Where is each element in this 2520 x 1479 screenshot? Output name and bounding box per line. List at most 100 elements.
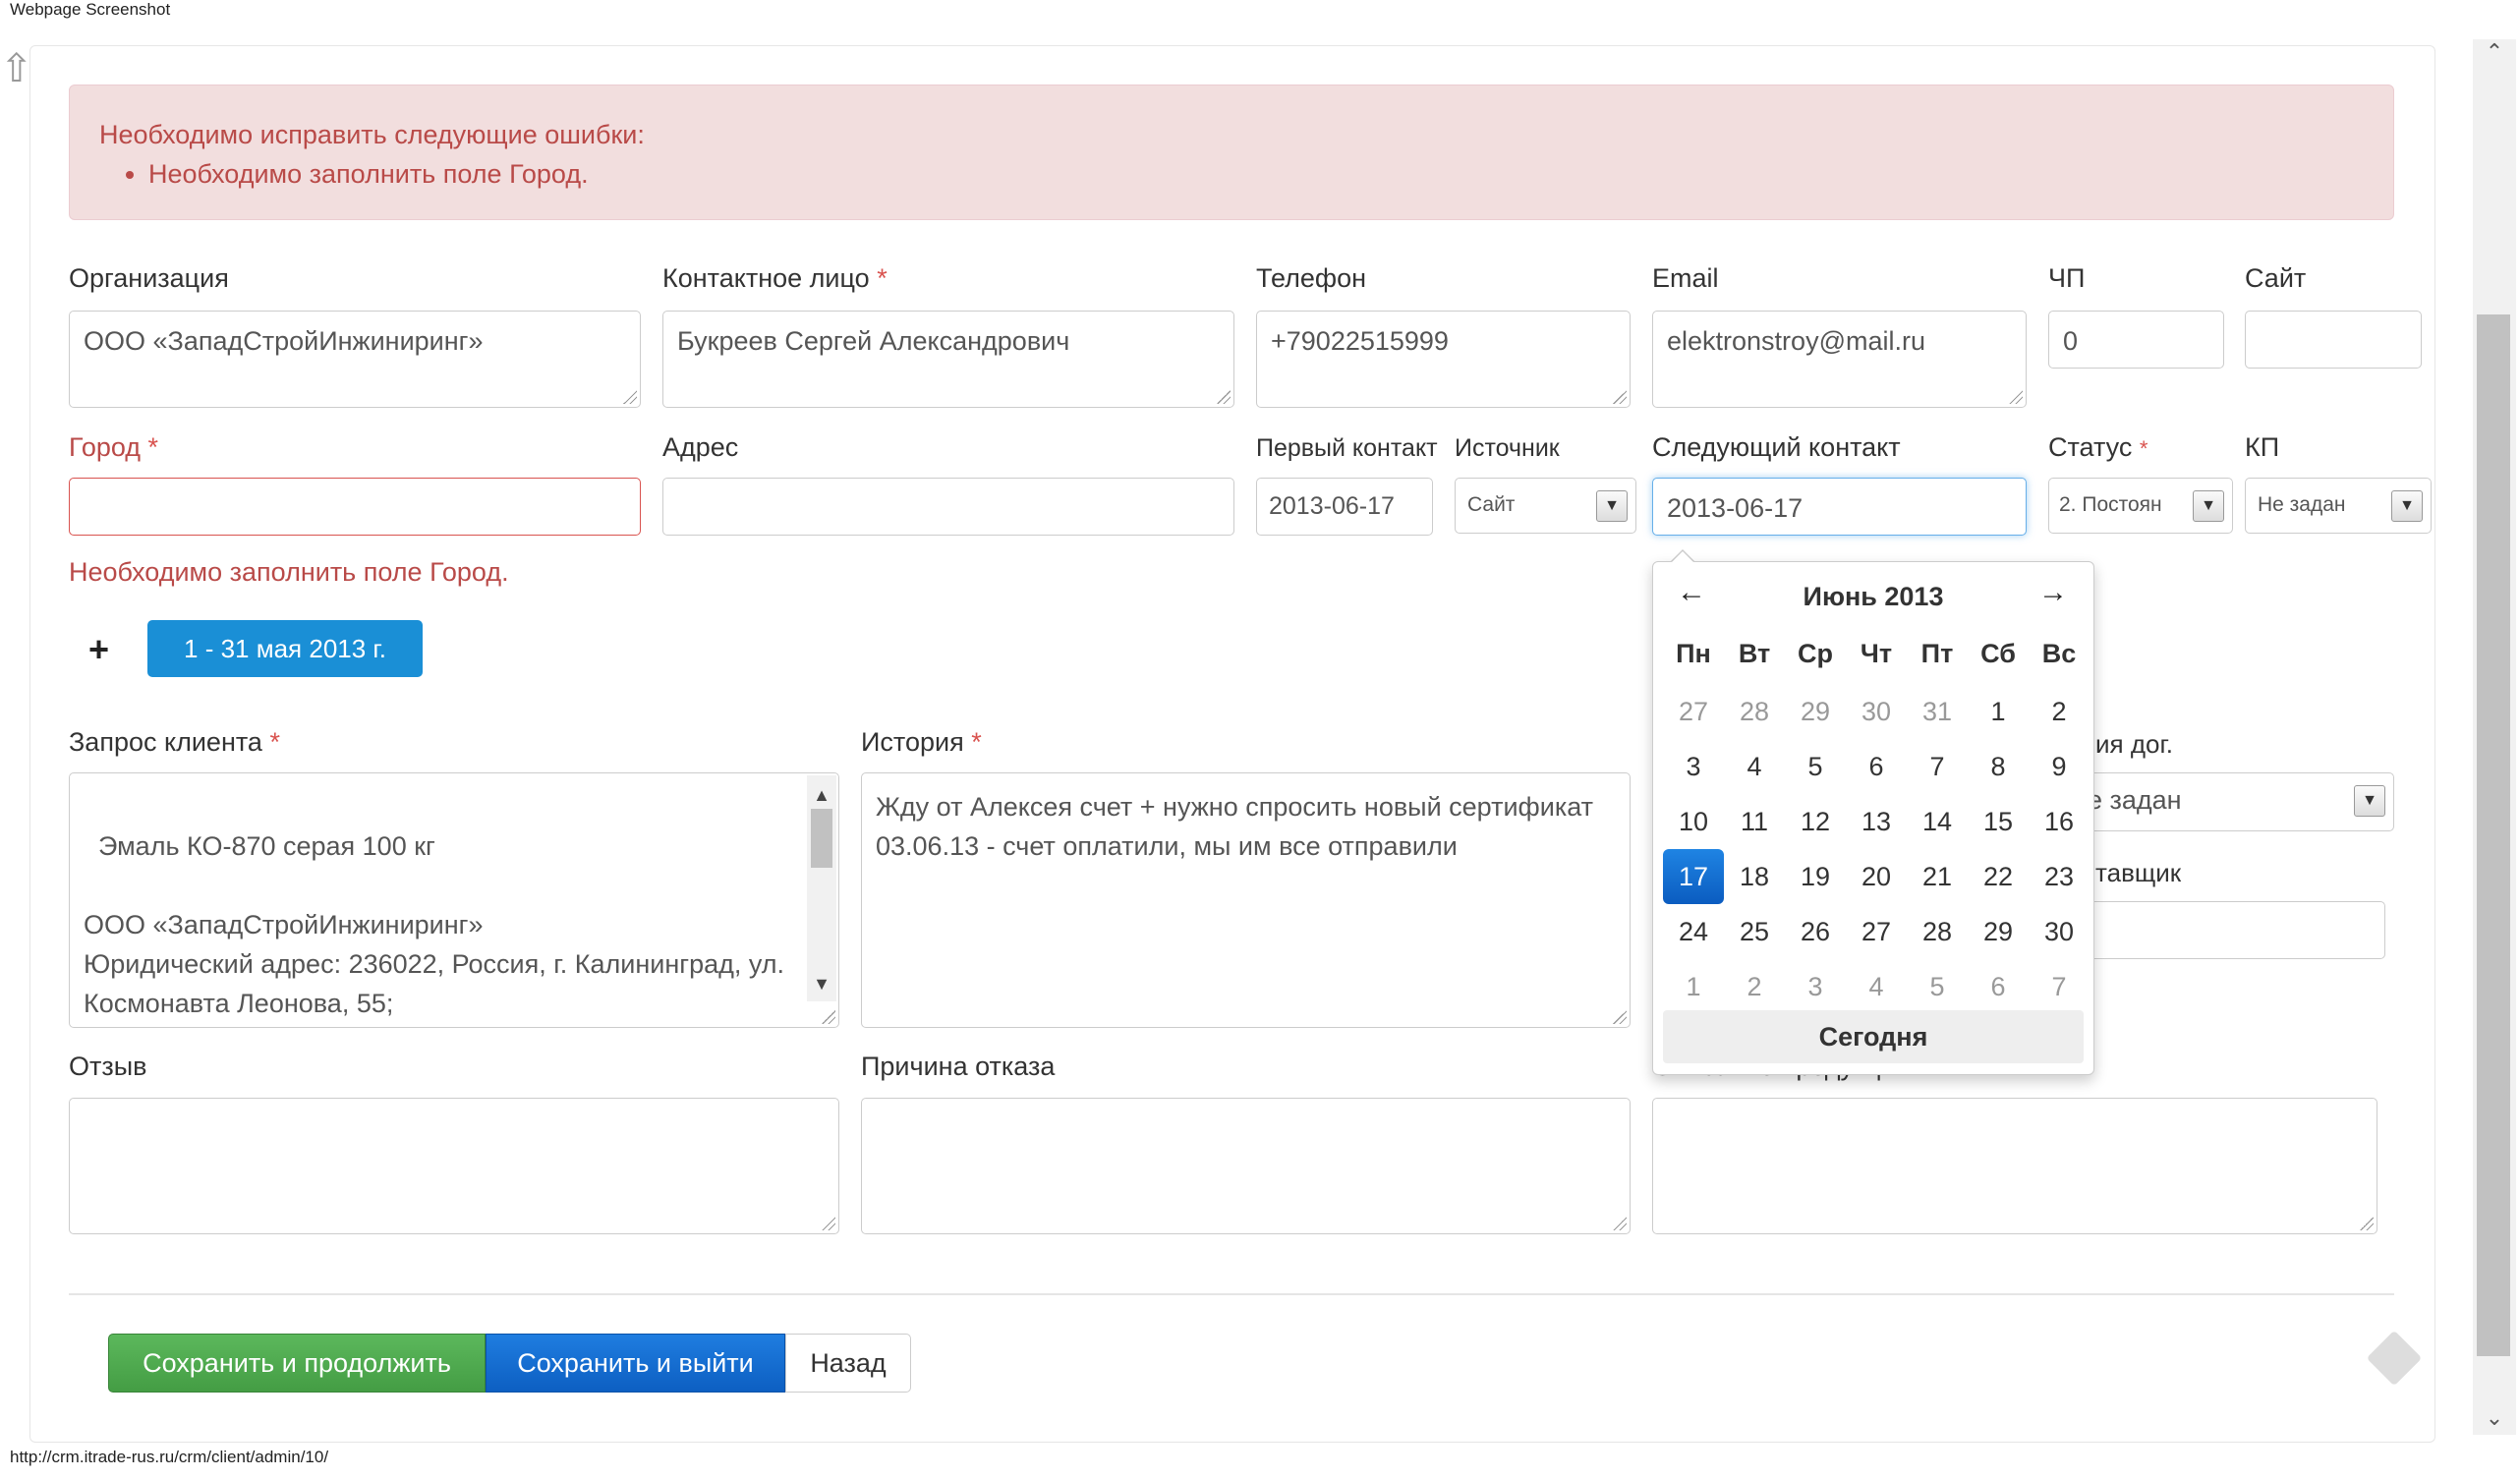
calendar-day[interactable]: 5: [1907, 959, 1968, 1014]
site-label: Сайт: [2245, 263, 2307, 293]
resize-handle[interactable]: [1613, 390, 1627, 404]
calendar-day[interactable]: 19: [1785, 849, 1846, 904]
scroll-thumb[interactable]: [811, 809, 832, 868]
scroll-down-icon[interactable]: ⌄: [2473, 1405, 2516, 1431]
calendar-day[interactable]: 22: [1968, 849, 2029, 904]
source-select[interactable]: Сайт ▼: [1455, 478, 1636, 534]
calendar-day[interactable]: 8: [1968, 739, 2029, 794]
calendar-day[interactable]: 3: [1785, 959, 1846, 1014]
selected-day[interactable]: 17: [1663, 849, 1724, 904]
client-request-label: Запрос клиента *: [69, 727, 280, 757]
error-alert: Необходимо исправить следующие ошибки: Н…: [69, 85, 2394, 220]
history-label: История *: [861, 727, 982, 757]
weekday-label: Вс: [2041, 639, 2077, 668]
contact-field[interactable]: Букреев Сергей Александрович: [662, 311, 1234, 408]
weekday-label: Чт: [1860, 639, 1893, 668]
organization-field[interactable]: ООО «ЗападСтройИнжиниринг»: [69, 311, 641, 408]
resize-handle[interactable]: [822, 1010, 835, 1024]
calendar-day[interactable]: 6: [1846, 739, 1907, 794]
address-field[interactable]: [662, 478, 1234, 536]
status-select[interactable]: 2. Постоян ▼: [2048, 478, 2233, 534]
calendar-day[interactable]: 11: [1724, 794, 1785, 849]
calendar-day[interactable]: 29: [1968, 904, 2029, 959]
period-pill[interactable]: 1 - 31 мая 2013 г.: [147, 620, 423, 677]
save-exit-button[interactable]: Сохранить и выйти: [486, 1334, 785, 1393]
chevron-down-icon: ▼: [2193, 490, 2224, 522]
page-scroll-thumb[interactable]: [2477, 314, 2510, 1356]
refusal-field[interactable]: [861, 1098, 1631, 1234]
resize-handle[interactable]: [822, 1217, 835, 1230]
calendar-day[interactable]: 26: [1785, 904, 1846, 959]
textarea-scrollbar[interactable]: ▲ ▼: [807, 775, 836, 1001]
calendar-day[interactable]: 30: [1846, 684, 1907, 739]
phone-field[interactable]: +79022515999: [1256, 311, 1631, 408]
scroll-up-icon[interactable]: ⌃: [2473, 39, 2516, 65]
email-label: Email: [1652, 263, 1719, 293]
review-label: Отзыв: [69, 1052, 147, 1081]
calendar-day[interactable]: 5: [1785, 739, 1846, 794]
client-request-field[interactable]: Эмаль КО-870 серая 100 кг ООО «ЗападСтро…: [69, 772, 839, 1028]
scroll-down-icon[interactable]: ▼: [807, 964, 836, 1003]
calendar-day[interactable]: 23: [2029, 849, 2090, 904]
email-field[interactable]: elektronstroy@mail.ru: [1652, 311, 2027, 408]
calendar-day[interactable]: 2: [2029, 684, 2090, 739]
calendar-day[interactable]: 14: [1907, 794, 1968, 849]
site-field[interactable]: [2245, 311, 2422, 369]
datepicker-title[interactable]: Июнь 2013: [1653, 582, 2093, 612]
calendar-day[interactable]: 24: [1663, 904, 1724, 959]
calendar-day[interactable]: 27: [1846, 904, 1907, 959]
next-contact-field[interactable]: 2013-06-17: [1652, 478, 2027, 536]
calendar-day[interactable]: 12: [1785, 794, 1846, 849]
add-period-button[interactable]: +: [88, 629, 109, 670]
next-month-button[interactable]: →: [2038, 576, 2068, 609]
calendar-day[interactable]: 31: [1907, 684, 1968, 739]
up-arrow-icon[interactable]: ⇧: [0, 49, 33, 88]
resize-handle[interactable]: [2360, 1217, 2374, 1230]
resize-handle[interactable]: [1613, 1217, 1627, 1230]
calendar-day[interactable]: 4: [1724, 739, 1785, 794]
save-continue-button[interactable]: Сохранить и продолжить: [108, 1334, 486, 1393]
calendar-day[interactable]: 6: [1968, 959, 2029, 1014]
resize-handle[interactable]: [623, 390, 637, 404]
history-field[interactable]: Жду от Алексея счет + нужно спросить нов…: [861, 772, 1631, 1028]
contact-label: Контактное лицо *: [662, 263, 888, 293]
calendar-day[interactable]: 1: [1968, 684, 2029, 739]
chevron-down-icon: ▼: [1596, 490, 1628, 522]
calendar-day[interactable]: 4: [1846, 959, 1907, 1014]
city-field[interactable]: [69, 478, 641, 536]
weekday-row: Пн Вт Ср Чт Пт Сб Вс: [1663, 629, 2090, 684]
review-field[interactable]: [69, 1098, 839, 1234]
calendar-day[interactable]: 27: [1663, 684, 1724, 739]
calendar-day[interactable]: 7: [2029, 959, 2090, 1014]
calendar-day[interactable]: 2: [1724, 959, 1785, 1014]
today-button[interactable]: Сегодня: [1663, 1010, 2084, 1063]
calendar-day[interactable]: 28: [1724, 684, 1785, 739]
window-caption: Webpage Screenshot: [10, 0, 171, 19]
product-desc-field[interactable]: [1652, 1098, 2377, 1234]
week-row: 24 25 26 27 28 29 30: [1663, 904, 2090, 959]
calendar-day[interactable]: 15: [1968, 794, 2029, 849]
calendar-day[interactable]: 25: [1724, 904, 1785, 959]
resize-handle[interactable]: [1217, 390, 1231, 404]
calendar-day[interactable]: 13: [1846, 794, 1907, 849]
calendar-day[interactable]: 1: [1663, 959, 1724, 1014]
calendar-day[interactable]: 3: [1663, 739, 1724, 794]
first-contact-field[interactable]: 2013-06-17: [1256, 478, 1433, 536]
chevron-down-icon: ▼: [2354, 785, 2385, 817]
calendar-day[interactable]: 30: [2029, 904, 2090, 959]
calendar-day[interactable]: 21: [1907, 849, 1968, 904]
refusal-label: Причина отказа: [861, 1052, 1056, 1081]
calendar-day[interactable]: 18: [1724, 849, 1785, 904]
calendar-day[interactable]: 9: [2029, 739, 2090, 794]
calendar-day[interactable]: 29: [1785, 684, 1846, 739]
calendar-day[interactable]: 20: [1846, 849, 1907, 904]
kp-select[interactable]: Не задан ▼: [2245, 478, 2432, 534]
calendar-day[interactable]: 7: [1907, 739, 1968, 794]
back-button[interactable]: Назад: [785, 1334, 911, 1393]
chp-field[interactable]: 0: [2048, 311, 2224, 369]
resize-handle[interactable]: [2009, 390, 2023, 404]
resize-handle[interactable]: [1613, 1010, 1627, 1024]
calendar-day[interactable]: 28: [1907, 904, 1968, 959]
calendar-day[interactable]: 16: [2029, 794, 2090, 849]
calendar-day[interactable]: 10: [1663, 794, 1724, 849]
